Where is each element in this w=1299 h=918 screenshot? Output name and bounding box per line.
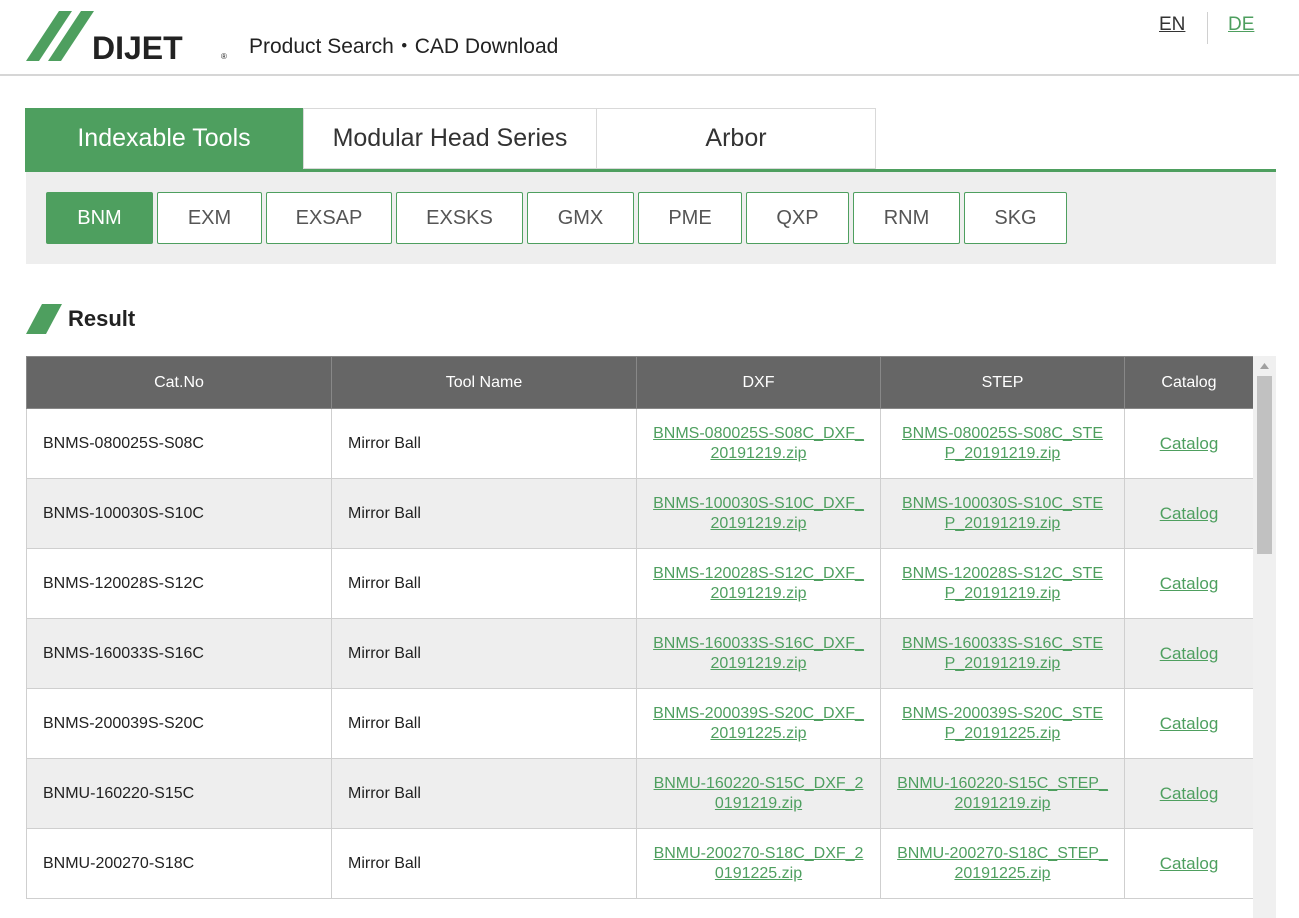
tool-name-cell: Mirror Ball (331, 478, 637, 549)
step-download-link[interactable]: BNMU-160220-S15C_STEP_20191219.zip (897, 774, 1108, 814)
table-row: BNMS-200039S-S20C Mirror Ball BNMS-20003… (26, 688, 1253, 759)
series-button-qxp[interactable]: QXP (746, 192, 849, 244)
dxf-download-link[interactable]: BNMS-100030S-S10C_DXF_20191219.zip (653, 494, 864, 534)
tool-name-cell: Mirror Ball (331, 688, 637, 759)
dxf-download-link[interactable]: BNMS-200039S-S20C_DXF_20191225.zip (653, 704, 864, 744)
series-button-skg[interactable]: SKG (964, 192, 1067, 244)
step-download-link[interactable]: BNMU-200270-S18C_STEP_20191225.zip (897, 844, 1108, 884)
series-button-exsks[interactable]: EXSKS (396, 192, 523, 244)
dxf-download-link[interactable]: BNMS-080025S-S08C_DXF_20191219.zip (653, 424, 864, 464)
cat-no-cell: BNMS-120028S-S12C (26, 548, 332, 619)
result-table-container: Cat.No Tool Name DXF STEP Catalog BNMS-0… (26, 356, 1253, 918)
site-title: Product Search・CAD Download (249, 35, 559, 58)
category-tabs: Indexable Tools Modular Head Series Arbo… (25, 108, 1276, 172)
cat-no-cell: BNMS-160033S-S16C (26, 618, 332, 689)
catalog-link[interactable]: Catalog (1160, 784, 1219, 804)
cat-no-cell: BNMU-160220-S15C (26, 758, 332, 829)
column-header-catalog: Catalog (1124, 356, 1253, 409)
site-header: DIJET ® Product Search・CAD Download EN D… (0, 0, 1299, 76)
brand-text: DIJET (92, 30, 183, 63)
step-download-link[interactable]: BNMS-160033S-S16C_STEP_20191219.zip (897, 634, 1108, 674)
tool-name-cell: Mirror Ball (331, 548, 637, 619)
cat-no-cell: BNMU-200270-S18C (26, 828, 332, 899)
column-header-step: STEP (880, 356, 1125, 409)
table-scrollbar[interactable] (1253, 356, 1276, 918)
table-row: BNMS-160033S-S16C Mirror Ball BNMS-16003… (26, 618, 1253, 689)
table-row: BNMU-200270-S18C Mirror Ball BNMU-200270… (26, 828, 1253, 899)
cat-no-cell: BNMS-080025S-S08C (26, 408, 332, 479)
tab-arbor[interactable]: Arbor (596, 108, 876, 169)
scrollbar-thumb[interactable] (1257, 376, 1272, 554)
result-title: Result (68, 306, 136, 331)
series-selector: BNM EXM EXSAP EXSKS GMX PME QXP RNM SKG (26, 172, 1276, 264)
series-button-pme[interactable]: PME (638, 192, 742, 244)
tool-name-cell: Mirror Ball (331, 408, 637, 479)
lang-en-link[interactable]: EN (1159, 14, 1185, 36)
scroll-up-arrow-icon[interactable] (1253, 356, 1276, 376)
step-download-link[interactable]: BNMS-100030S-S10C_STEP_20191219.zip (897, 494, 1108, 534)
catalog-link[interactable]: Catalog (1160, 714, 1219, 734)
dxf-download-link[interactable]: BNMS-160033S-S16C_DXF_20191219.zip (653, 634, 864, 674)
result-table: Cat.No Tool Name DXF STEP Catalog BNMS-0… (26, 356, 1253, 899)
series-button-rnm[interactable]: RNM (853, 192, 960, 244)
table-row: BNMS-120028S-S12C Mirror Ball BNMS-12002… (26, 548, 1253, 619)
dxf-download-link[interactable]: BNMS-120028S-S12C_DXF_20191219.zip (653, 564, 864, 604)
tool-name-cell: Mirror Ball (331, 618, 637, 689)
tab-indexable-tools[interactable]: Indexable Tools (25, 108, 303, 169)
column-header-cat-no: Cat.No (26, 356, 332, 409)
cat-no-cell: BNMS-100030S-S10C (26, 478, 332, 549)
dxf-download-link[interactable]: BNMU-200270-S18C_DXF_20191225.zip (653, 844, 864, 884)
step-download-link[interactable]: BNMS-080025S-S08C_STEP_20191219.zip (897, 424, 1108, 464)
catalog-link[interactable]: Catalog (1160, 644, 1219, 664)
series-button-exm[interactable]: EXM (157, 192, 262, 244)
table-row: BNMU-160220-S15C Mirror Ball BNMU-160220… (26, 758, 1253, 829)
table-row: BNMS-080025S-S08C Mirror Ball BNMS-08002… (26, 408, 1253, 479)
catalog-link[interactable]: Catalog (1160, 854, 1219, 874)
column-header-dxf: DXF (636, 356, 881, 409)
result-heading-icon (26, 304, 62, 334)
lang-de-link[interactable]: DE (1228, 14, 1254, 36)
step-download-link[interactable]: BNMS-200039S-S20C_STEP_20191225.zip (897, 704, 1108, 744)
column-header-tool-name: Tool Name (331, 356, 637, 409)
tab-modular-head-series[interactable]: Modular Head Series (303, 108, 597, 169)
series-button-bnm[interactable]: BNM (46, 192, 153, 244)
catalog-link[interactable]: Catalog (1160, 574, 1219, 594)
tool-name-cell: Mirror Ball (331, 828, 637, 899)
series-button-gmx[interactable]: GMX (527, 192, 634, 244)
svg-text:®: ® (221, 52, 227, 61)
cat-no-cell: BNMS-200039S-S20C (26, 688, 332, 759)
table-row: BNMS-100030S-S10C Mirror Ball BNMS-10003… (26, 478, 1253, 549)
catalog-link[interactable]: Catalog (1160, 504, 1219, 524)
dxf-download-link[interactable]: BNMU-160220-S15C_DXF_20191219.zip (653, 774, 864, 814)
catalog-link[interactable]: Catalog (1160, 434, 1219, 454)
dijet-logo[interactable]: DIJET ® (26, 11, 231, 63)
table-header-row: Cat.No Tool Name DXF STEP Catalog (26, 356, 1253, 409)
series-button-exsap[interactable]: EXSAP (266, 192, 392, 244)
step-download-link[interactable]: BNMS-120028S-S12C_STEP_20191219.zip (897, 564, 1108, 604)
tool-name-cell: Mirror Ball (331, 758, 637, 829)
lang-divider (1207, 12, 1208, 44)
